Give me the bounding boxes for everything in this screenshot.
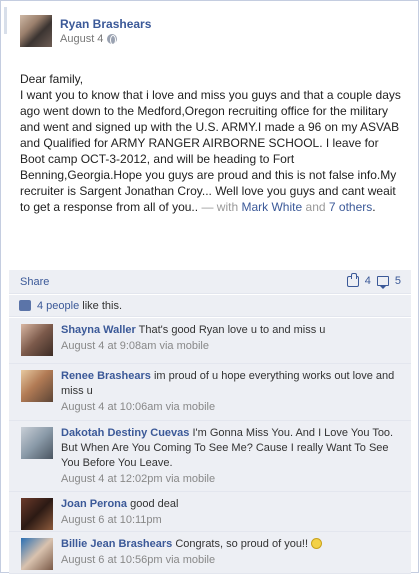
post-message: I want you to know that i love and miss …	[20, 88, 401, 214]
with-prefix: — with	[201, 200, 239, 214]
comment-text: Congrats, so proud of you!!	[175, 538, 309, 550]
commenter-name[interactable]: Dakotah Destiny Cuevas	[61, 427, 189, 439]
comment-text-line: Joan Perona good deal	[61, 497, 403, 512]
like-icon[interactable]	[346, 272, 359, 287]
author-avatar[interactable]	[20, 15, 52, 47]
comment-meta[interactable]: August 4 at 10:06am via mobile	[61, 401, 403, 413]
comment-count[interactable]: 5	[395, 275, 401, 287]
smiley-icon	[311, 538, 323, 549]
comment-meta[interactable]: August 4 at 9:08am via mobile	[61, 340, 403, 352]
comment-text-line: Shayna Waller That's good Ryan love u to…	[61, 323, 403, 338]
comment-text-line: Renee Brashears im proud of u hope every…	[61, 369, 403, 399]
likes-suffix: like this.	[82, 299, 123, 312]
globe-icon	[107, 34, 118, 45]
post-actions-bar: Share 4 5	[9, 270, 411, 294]
post-meta: August 4	[60, 33, 118, 45]
post-card: Ryan Brashears August 4 Dear family, I w…	[0, 0, 419, 574]
commenter-name[interactable]: Billie Jean Brashears	[61, 538, 172, 550]
comment-text: good deal	[130, 498, 179, 510]
comment-item: Joan Perona good deal August 6 at 10:11p…	[9, 492, 411, 532]
comment-item: Shayna Waller That's good Ryan love u to…	[9, 318, 411, 364]
post-body: Dear family, I want you to know that i l…	[20, 71, 405, 215]
commenter-avatar[interactable]	[21, 427, 53, 459]
end-punct: .	[372, 200, 376, 214]
post-message-paragraph: I want you to know that i love and miss …	[20, 87, 405, 215]
comment-text: That's good Ryan love u to and miss u	[138, 324, 326, 336]
likers-link[interactable]: 4 people	[37, 300, 79, 312]
comment-item: Billie Jean Brashears Congrats, so proud…	[9, 532, 411, 574]
like-count[interactable]: 4	[365, 275, 371, 287]
author-name[interactable]: Ryan Brashears	[60, 17, 151, 31]
post-greeting: Dear family,	[20, 72, 84, 86]
comment-list: Shayna Waller That's good Ryan love u to…	[9, 318, 411, 574]
commenter-avatar[interactable]	[21, 498, 53, 530]
comment-item: Renee Brashears im proud of u hope every…	[9, 364, 411, 421]
comment-icon[interactable]	[376, 276, 389, 289]
action-counts: 4 5	[346, 272, 401, 289]
and-word: and	[305, 200, 326, 214]
post-date[interactable]: August 4	[60, 33, 103, 45]
others-link[interactable]: 7 others	[329, 200, 372, 214]
commenter-name[interactable]: Renee Brashears	[61, 370, 151, 382]
timeline-spine	[4, 7, 7, 34]
tagged-person-link[interactable]: Mark White	[241, 200, 302, 214]
commenter-name[interactable]: Shayna Waller	[61, 324, 136, 336]
comment-meta[interactable]: August 6 at 10:11pm	[61, 514, 403, 526]
commenter-name[interactable]: Joan Perona	[61, 498, 127, 510]
comment-meta[interactable]: August 6 at 10:56pm via mobile	[61, 554, 403, 566]
commenter-avatar[interactable]	[21, 370, 53, 402]
commenter-avatar[interactable]	[21, 324, 53, 356]
like-icon	[19, 300, 31, 311]
comment-item: Dakotah Destiny Cuevas I'm Gonna Miss Yo…	[9, 421, 411, 492]
comment-meta[interactable]: August 4 at 12:02pm via mobile	[61, 473, 403, 485]
likes-row: 4 people like this.	[9, 295, 411, 317]
commenter-avatar[interactable]	[21, 538, 53, 570]
comment-text-line: Billie Jean Brashears Congrats, so proud…	[61, 537, 403, 552]
comment-text-line: Dakotah Destiny Cuevas I'm Gonna Miss Yo…	[61, 426, 403, 471]
share-link[interactable]: Share	[20, 276, 49, 288]
